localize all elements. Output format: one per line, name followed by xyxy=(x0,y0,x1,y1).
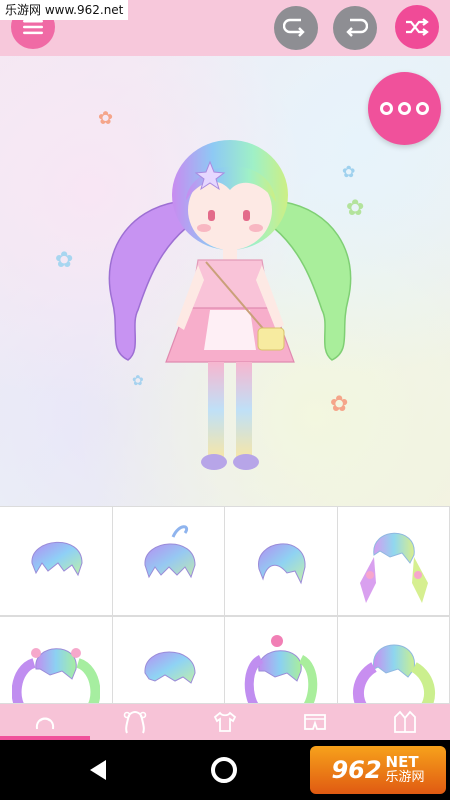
hair-option[interactable] xyxy=(225,616,338,704)
menu-icon xyxy=(23,20,43,35)
hair-side-ponytail-bow-icon xyxy=(244,635,318,703)
hair-option[interactable] xyxy=(0,616,113,704)
tab-hair-back[interactable] xyxy=(90,704,180,740)
hair-side-swept-bob-icon xyxy=(258,543,306,585)
hair-option[interactable] xyxy=(225,506,338,616)
hair-twin-ribbons-long-icon xyxy=(359,532,428,603)
logo-number: 962 xyxy=(331,756,382,784)
site-logo: 962 NET 乐游网 xyxy=(310,746,446,794)
hair-long-wavy-curls-icon xyxy=(352,644,435,703)
hair-short-wavy-icon xyxy=(143,651,196,684)
jacket-icon xyxy=(394,710,416,733)
chibi-character[interactable] xyxy=(90,110,370,485)
hair-style-grid xyxy=(0,506,450,704)
character-stage: ✿ ✿ ✿ ✿ ✿ ✿ xyxy=(0,56,450,506)
shirt-icon xyxy=(213,711,237,732)
shuffle-button[interactable] xyxy=(395,5,439,49)
dress-up-app: 乐游网 www.962.net ✿ ✿ ✿ ✿ ✿ ✿ 962 NET 乐游网 xyxy=(0,0,450,800)
back-triangle-icon[interactable] xyxy=(88,758,110,782)
hair-short-bob-bangs-icon xyxy=(31,541,83,577)
hair-option[interactable] xyxy=(112,616,225,704)
more-icon xyxy=(398,102,411,115)
undo-icon xyxy=(283,18,305,37)
hair-icon xyxy=(35,717,55,730)
star-decoration-icon: ✿ xyxy=(55,248,74,273)
undo-button[interactable] xyxy=(274,6,318,50)
system-nav-bar: 962 NET 乐游网 xyxy=(0,740,450,800)
tab-outerwear[interactable] xyxy=(360,704,450,740)
hair-option[interactable] xyxy=(337,506,450,616)
hair-short-bob-ahoge-icon xyxy=(143,525,196,579)
redo-button[interactable] xyxy=(333,6,377,50)
category-tab-bar xyxy=(0,704,450,740)
home-circle-icon[interactable] xyxy=(211,757,237,783)
hair-back-icon xyxy=(123,711,147,734)
shuffle-icon xyxy=(406,18,429,36)
tab-tops[interactable] xyxy=(180,704,270,740)
tab-bottoms[interactable] xyxy=(270,704,360,740)
site-watermark: 乐游网 www.962.net xyxy=(0,0,129,20)
more-options-button[interactable] xyxy=(368,72,441,145)
logo-text: NET 乐游网 xyxy=(385,753,425,786)
hair-option[interactable] xyxy=(112,506,225,616)
shorts-icon xyxy=(304,714,326,730)
tab-hair[interactable] xyxy=(0,704,90,740)
hair-twin-tails-bows-icon xyxy=(12,648,100,703)
hair-option[interactable] xyxy=(0,506,113,616)
more-icon xyxy=(416,102,429,115)
redo-icon xyxy=(346,18,368,37)
logo-net: NET xyxy=(385,753,419,772)
logo-sub: 乐游网 xyxy=(385,770,425,786)
more-icon xyxy=(380,102,393,115)
hair-option[interactable] xyxy=(337,616,450,704)
